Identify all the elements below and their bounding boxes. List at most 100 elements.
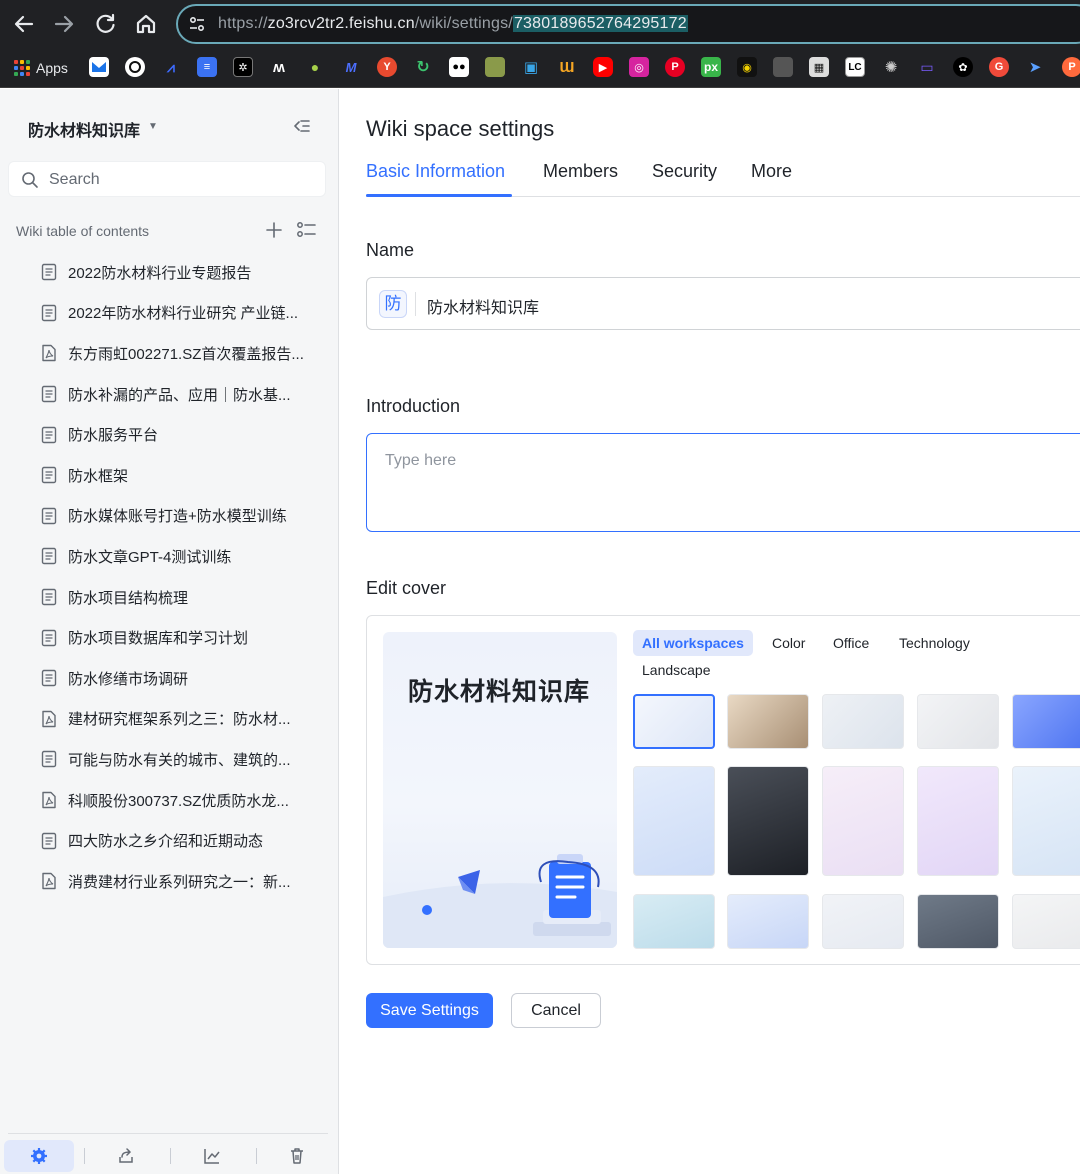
bookmark-icon-8[interactable]: M xyxy=(341,57,361,77)
doc-file-icon xyxy=(40,263,58,281)
collapse-sidebar-icon[interactable] xyxy=(290,115,312,137)
back-icon[interactable] xyxy=(10,10,38,38)
toc-item[interactable]: 防水媒体账号打造+防水模型训练 xyxy=(0,496,338,537)
cover-thumbnail[interactable] xyxy=(822,694,904,749)
toc-list-icon[interactable] xyxy=(296,220,318,240)
cover-thumbnail[interactable] xyxy=(822,894,904,949)
bookmark-icon-14[interactable]: Ɯ xyxy=(557,57,577,77)
toc-item-label: 四大防水之乡介绍和近期动态 xyxy=(68,830,263,851)
bookmark-icon-4[interactable]: ≡ xyxy=(197,57,217,77)
apps-bookmark[interactable]: Apps xyxy=(14,58,68,78)
save-settings-button[interactable]: Save Settings xyxy=(366,993,493,1028)
space-dropdown-icon[interactable]: ▼ xyxy=(148,121,158,132)
tab-members[interactable]: Members xyxy=(543,161,618,182)
bookmark-icon-24[interactable]: ▭ xyxy=(917,57,937,77)
trash-icon xyxy=(288,1147,306,1165)
bookmark-icon-3[interactable]: ⩘ xyxy=(161,57,181,77)
search-input[interactable]: Search xyxy=(8,161,326,197)
bookmark-icon-19[interactable]: ◉ xyxy=(737,57,757,77)
toc-item[interactable]: 防水修缮市场调研 xyxy=(0,658,338,699)
toc-item[interactable]: 防水文章GPT-4测试训练 xyxy=(0,536,338,577)
bookmark-icon-21[interactable]: ▦ xyxy=(809,57,829,77)
bookmark-icon-27[interactable]: ➤ xyxy=(1025,57,1045,77)
cover-thumbnail[interactable] xyxy=(633,894,715,949)
cover-thumbnail[interactable] xyxy=(727,694,809,749)
toc-item[interactable]: 防水项目数据库和学习计划 xyxy=(0,617,338,658)
cover-thumbnail[interactable] xyxy=(633,694,715,749)
space-name[interactable]: 防水材料知识库 xyxy=(28,117,140,141)
cover-thumbnail[interactable] xyxy=(917,766,999,876)
toc-item[interactable]: 可能与防水有关的城市、建筑的... xyxy=(0,739,338,780)
trash-button[interactable] xyxy=(262,1140,332,1172)
bookmark-icon-9[interactable]: Y xyxy=(377,57,397,77)
introduction-textarea[interactable]: Type here xyxy=(366,433,1080,532)
lc-bookmark-icon[interactable]: LC xyxy=(845,57,865,77)
cover-category-chip[interactable]: Office xyxy=(824,630,878,656)
toc-item[interactable]: 防水补漏的产品、应用｜防水基... xyxy=(0,374,338,415)
px-label: px xyxy=(704,60,718,74)
bookmark-icon-10[interactable]: ↻ xyxy=(413,57,433,77)
pinterest-bookmark-icon[interactable]: P xyxy=(665,57,685,77)
add-page-icon[interactable] xyxy=(264,220,284,240)
bookmark-icon-12[interactable] xyxy=(485,57,505,77)
toc-item[interactable]: 科顺股份300737.SZ优质防水龙... xyxy=(0,780,338,821)
toc-item[interactable]: 防水项目结构梳理 xyxy=(0,577,338,618)
cover-thumbnail[interactable] xyxy=(1012,766,1080,876)
openai-bookmark-icon[interactable] xyxy=(125,57,145,77)
toc-item-label: 防水补漏的产品、应用｜防水基... xyxy=(68,384,291,405)
cover-category-chip[interactable]: All workspaces xyxy=(633,630,753,656)
px-bookmark-icon[interactable]: px xyxy=(701,57,721,77)
cover-category-chip[interactable]: Color xyxy=(763,630,814,656)
forward-icon[interactable] xyxy=(50,10,78,38)
analytics-button[interactable] xyxy=(177,1140,247,1172)
cover-thumbnail[interactable] xyxy=(727,766,809,876)
tab-basic-information[interactable]: Basic Information xyxy=(366,161,505,182)
toc-item[interactable]: 四大防水之乡介绍和近期动态 xyxy=(0,820,338,861)
bookmark-icon-20[interactable] xyxy=(773,57,793,77)
cover-thumbnail[interactable] xyxy=(917,894,999,949)
chatgpt-bookmark-icon[interactable]: ✿ xyxy=(953,57,973,77)
toc-item[interactable]: 2022防水材料行业专题报告 xyxy=(0,252,338,293)
reload-icon[interactable] xyxy=(92,10,120,38)
cover-thumbnail[interactable] xyxy=(633,766,715,876)
bookmark-icon-7[interactable]: ● xyxy=(305,57,325,77)
bookmark-icon-5[interactable]: ✲ xyxy=(233,57,253,77)
bookmark-icon-6[interactable]: ʍ xyxy=(269,57,289,77)
space-icon-picker[interactable]: 防 xyxy=(379,290,407,318)
toc-list: 2022防水材料行业专题报告2022年防水材料行业研究 产业链...东方雨虹00… xyxy=(0,252,338,902)
address-bar[interactable]: https://zo3rcv2tr2.feishu.cn/wiki/settin… xyxy=(176,4,1080,44)
medium-bookmark-icon[interactable]: ●● xyxy=(449,57,469,77)
cover-thumbnail[interactable] xyxy=(1012,894,1080,949)
name-input[interactable]: 防 防水材料知识库 xyxy=(366,277,1080,330)
toc-item-label: 防水修缮市场调研 xyxy=(68,668,188,689)
toc-item[interactable]: 防水服务平台 xyxy=(0,414,338,455)
cover-thumbnail[interactable] xyxy=(917,694,999,749)
bookmark-icon-26[interactable]: G xyxy=(989,57,1009,77)
toc-item[interactable]: 东方雨虹002271.SZ首次覆盖报告... xyxy=(0,333,338,374)
tab-more[interactable]: More xyxy=(751,161,792,182)
cover-illustration xyxy=(383,632,617,948)
site-settings-icon[interactable] xyxy=(188,15,206,33)
toc-item[interactable]: 消费建材行业系列研究之一：新... xyxy=(0,861,338,902)
cover-thumbnail[interactable] xyxy=(727,894,809,949)
bookmark-icon-23[interactable]: ✺ xyxy=(881,57,901,77)
youtube-bookmark-icon[interactable]: ▶ xyxy=(593,57,613,77)
settings-button[interactable] xyxy=(4,1140,74,1172)
cover-category-chip[interactable]: Landscape xyxy=(633,657,720,683)
toc-item[interactable]: 建材研究框架系列之三：防水材... xyxy=(0,699,338,740)
toc-item[interactable]: 2022年防水材料行业研究 产业链... xyxy=(0,293,338,334)
tab-security[interactable]: Security xyxy=(652,161,717,182)
toc-item-label: 防水项目结构梳理 xyxy=(68,587,188,608)
mail-bookmark-icon[interactable] xyxy=(89,57,109,77)
cover-thumbnail[interactable] xyxy=(1012,694,1080,749)
instagram-bookmark-icon[interactable]: ◎ xyxy=(629,57,649,77)
share-button[interactable] xyxy=(91,1140,161,1172)
home-icon[interactable] xyxy=(132,10,160,38)
cover-thumbnail[interactable] xyxy=(822,766,904,876)
chart-line-icon xyxy=(203,1147,221,1165)
toc-item[interactable]: 防水框架 xyxy=(0,455,338,496)
cancel-button[interactable]: Cancel xyxy=(511,993,601,1028)
cover-category-chip[interactable]: Technology xyxy=(890,630,979,656)
bilibili-bookmark-icon[interactable]: ▣ xyxy=(521,57,541,77)
bookmark-icon-28[interactable]: P xyxy=(1062,57,1080,77)
